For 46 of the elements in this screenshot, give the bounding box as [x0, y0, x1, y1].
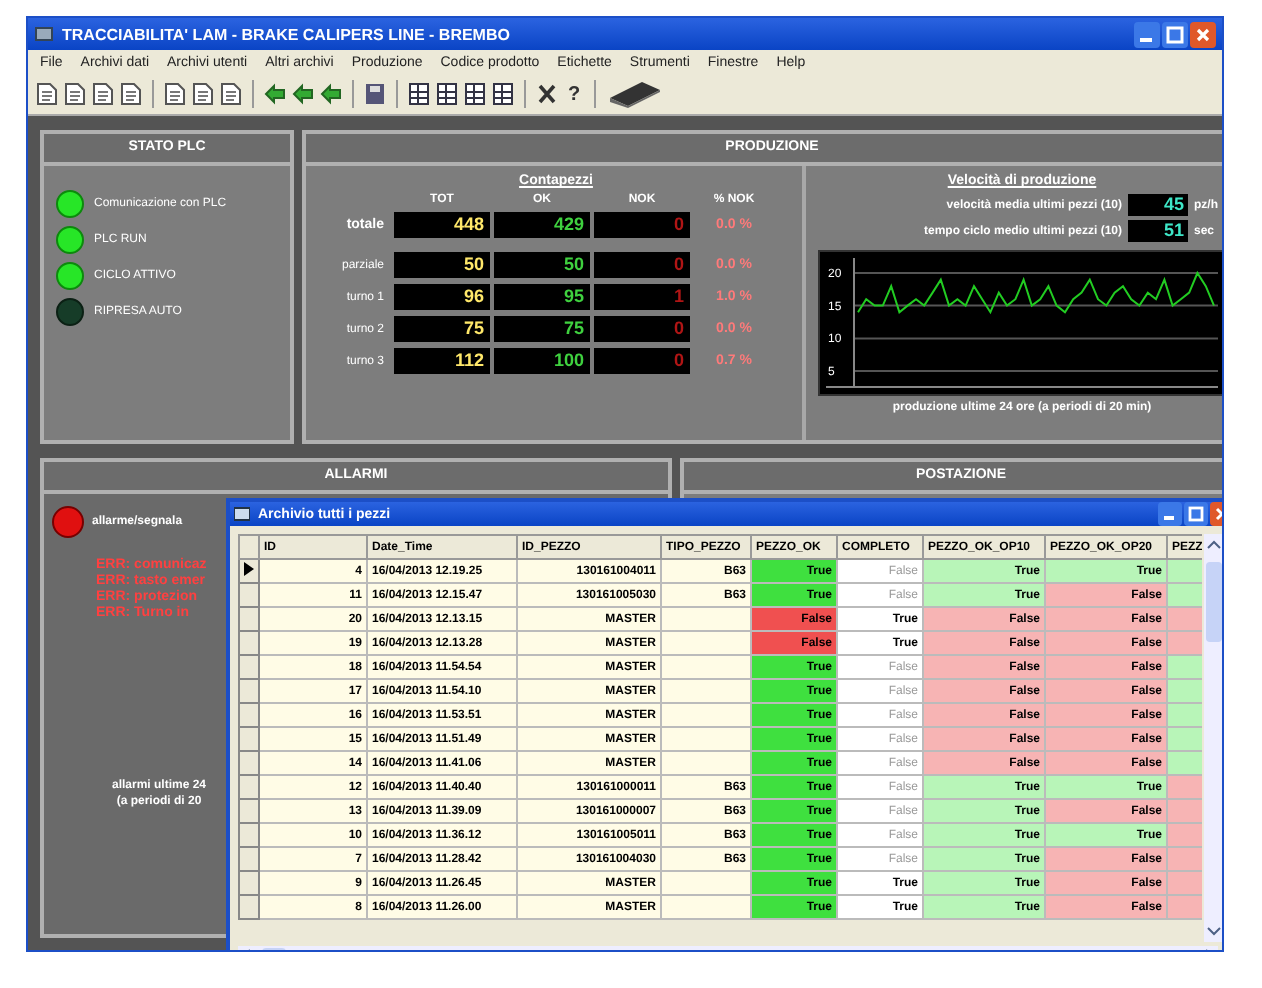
reading-value: 45 — [1128, 194, 1188, 216]
current-row-icon — [244, 562, 254, 576]
counter-value: 75 — [494, 316, 590, 342]
alarm-led — [52, 506, 84, 538]
maximize-icon[interactable] — [1184, 502, 1208, 526]
counter-value: 0 — [594, 316, 690, 342]
maximize-icon[interactable] — [1162, 21, 1188, 47]
grid-icon[interactable] — [464, 82, 486, 106]
row-selector[interactable] — [239, 559, 259, 583]
grid-icon[interactable] — [436, 82, 458, 106]
arrow-icon[interactable] — [264, 82, 286, 106]
counter-value: 0 — [594, 348, 690, 374]
arrow-icon[interactable] — [320, 82, 342, 106]
app-icon — [234, 506, 250, 522]
counter-value: 96 — [394, 284, 490, 310]
counter-value: 448 — [394, 212, 490, 238]
counter-value: 50 — [494, 252, 590, 278]
counter-value: 100 — [494, 348, 590, 374]
counter-value: 112 — [394, 348, 490, 374]
device-icon[interactable] — [606, 78, 663, 110]
counter-value: 429 — [494, 212, 590, 238]
counter-value: 1 — [594, 284, 690, 310]
reading-value: 51 — [1128, 220, 1188, 242]
document-icon[interactable] — [164, 82, 186, 106]
minimize-icon[interactable] — [1158, 502, 1182, 526]
document-icon[interactable] — [120, 82, 142, 106]
grid-icon[interactable] — [492, 82, 514, 106]
vertical-scrollbar[interactable] — [1204, 534, 1222, 942]
app-icon — [34, 24, 54, 44]
window-title: TRACCIABILITA' LAM - BRAKE CALIPERS LINE - BREMBO — [62, 25, 512, 43]
minimize-icon[interactable] — [1134, 21, 1160, 47]
close-icon[interactable] — [536, 82, 558, 106]
counter-value: 75 — [394, 316, 490, 342]
document-icon[interactable] — [64, 82, 86, 106]
counter-value: 50 — [394, 252, 490, 278]
document-icon[interactable] — [220, 82, 242, 106]
close-icon[interactable] — [1190, 21, 1216, 47]
counter-value: 0 — [594, 212, 690, 238]
counter-value: 95 — [494, 284, 590, 310]
document-icon[interactable] — [36, 82, 58, 106]
arrow-icon[interactable] — [292, 82, 314, 106]
grid-icon[interactable] — [408, 82, 430, 106]
help-button[interactable]: ? — [564, 83, 585, 105]
document-icon[interactable] — [92, 82, 114, 106]
counter-value: 0 — [594, 252, 690, 278]
document-icon[interactable] — [192, 82, 214, 106]
